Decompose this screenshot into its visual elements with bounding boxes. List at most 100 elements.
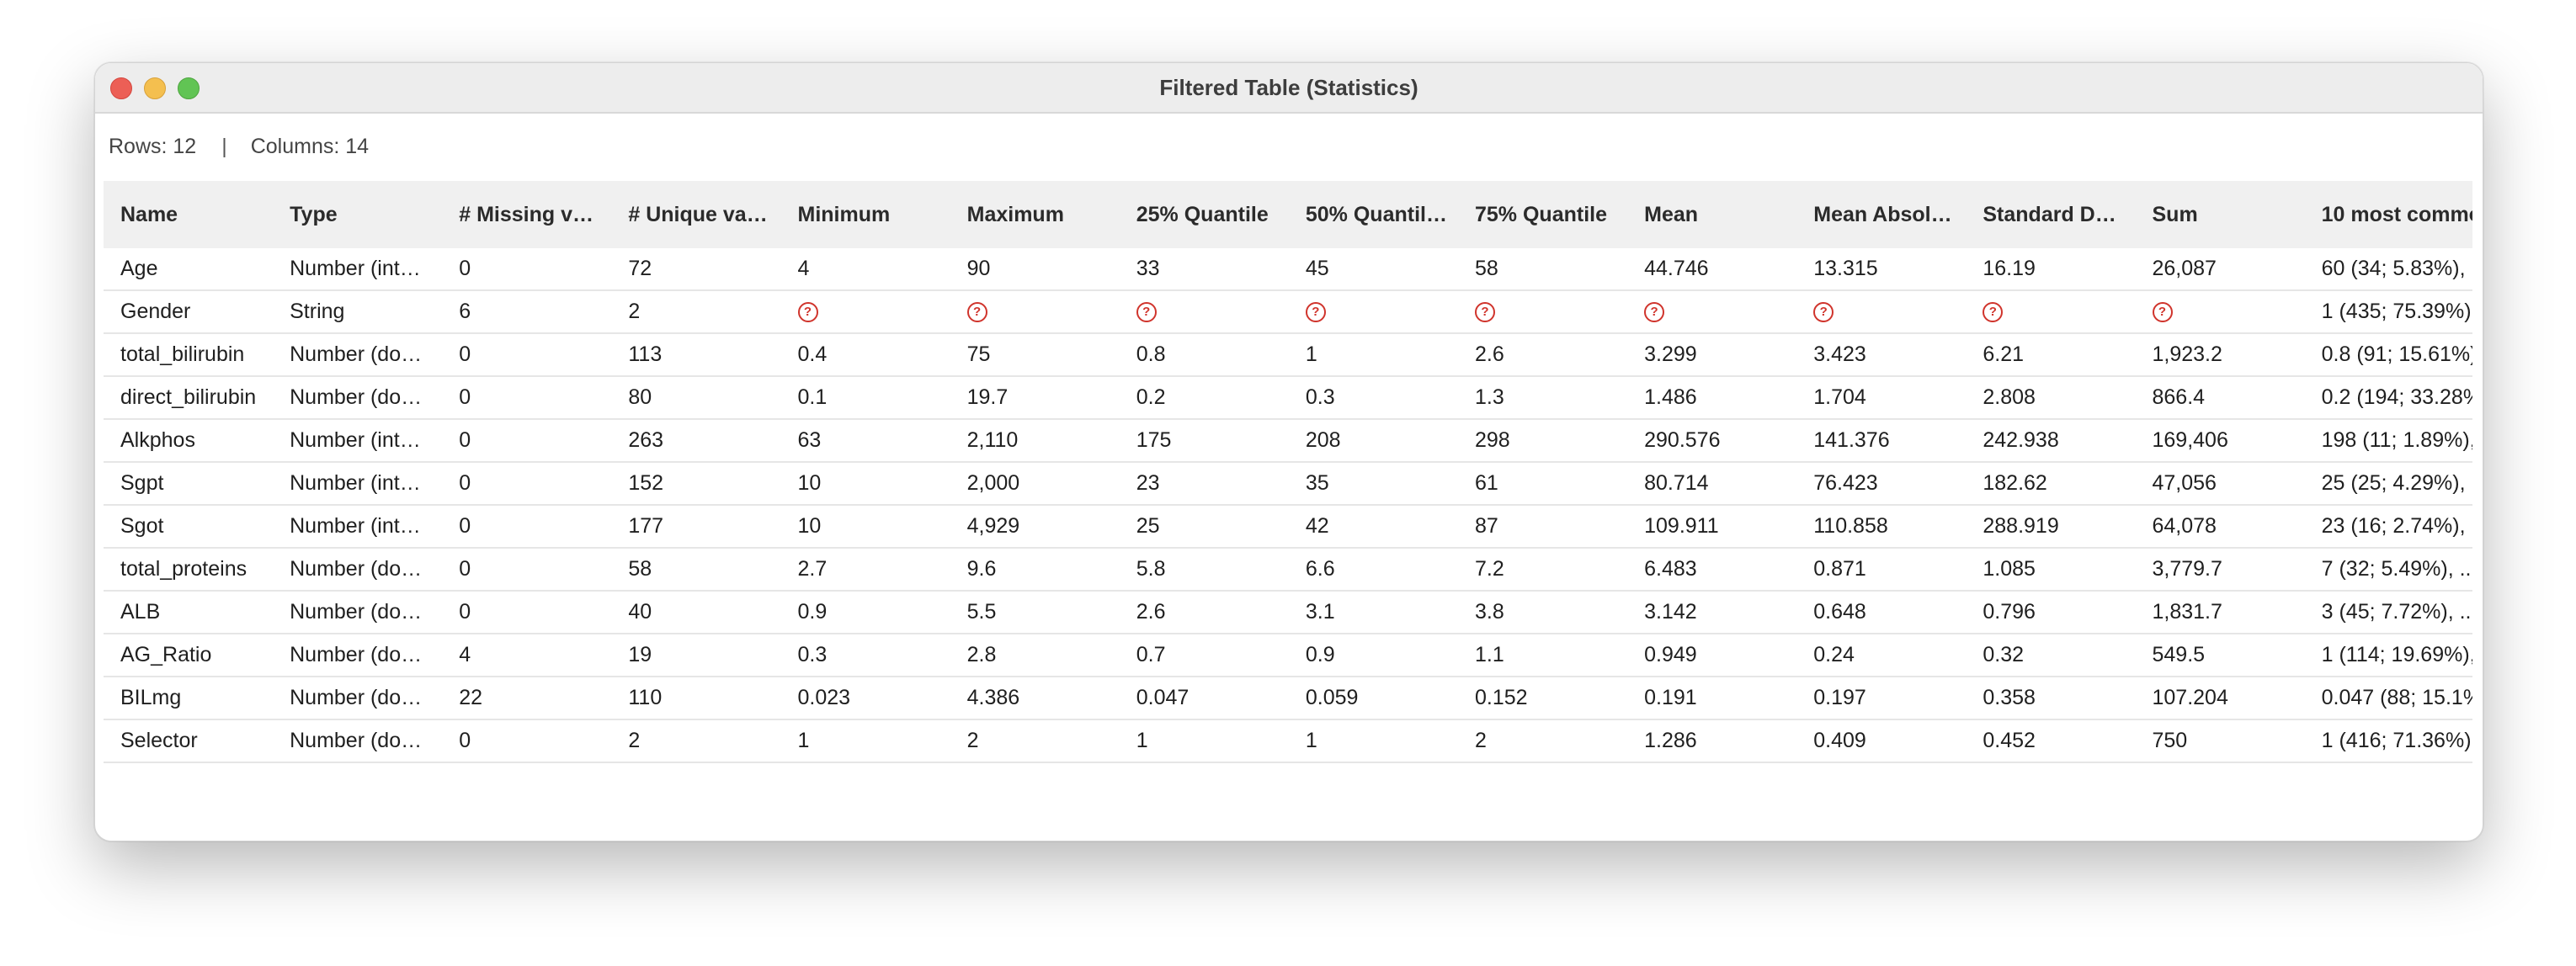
- table-row[interactable]: direct_bilirubin Number (double) 0 80 0.1 19.…: [104, 376, 2472, 420]
- table-cell: Number (double): [273, 376, 443, 420]
- column-header[interactable]: Sum: [2135, 181, 2305, 248]
- table-cell: 9.6: [950, 548, 1120, 592]
- column-header[interactable]: Mean: [1627, 181, 1797, 248]
- column-header[interactable]: # Missing values: [442, 181, 612, 248]
- column-count: Columns: 14: [250, 134, 370, 158]
- table-cell: ALB: [104, 591, 274, 634]
- table-cell: 1 (416; 71.36%), ...: [2304, 719, 2472, 763]
- column-header[interactable]: 50% Quantile (Median): [1288, 181, 1458, 248]
- column-header[interactable]: Minimum: [780, 181, 950, 248]
- table-cell: 4,929: [950, 505, 1120, 549]
- table-row[interactable]: Gender String 6 2????????? 1 (435; 75.39%), …: [104, 290, 2472, 334]
- column-header[interactable]: Mean Absolute Deviation: [1796, 181, 1967, 248]
- table-cell: total_proteins: [104, 548, 274, 592]
- missing-value-icon: ?: [966, 302, 987, 323]
- table-cell: 0.8: [1119, 333, 1289, 377]
- table-cell: 4.386: [950, 677, 1120, 720]
- table-cell: 3.8: [1458, 591, 1628, 634]
- column-header[interactable]: Type: [273, 181, 443, 248]
- table-cell: 45: [1288, 248, 1458, 291]
- table-cell: 2.7: [780, 548, 950, 592]
- column-header[interactable]: Maximum: [950, 181, 1120, 248]
- table-row[interactable]: Alkphos Number (integer) 0 263 63 2,110 175 208…: [104, 419, 2472, 463]
- table-cell: ?: [1627, 290, 1797, 334]
- column-header[interactable]: # Unique values: [611, 181, 781, 248]
- table-cell: 2,110: [950, 419, 1120, 463]
- table-row[interactable]: Age Number (integer) 0 72 4 90 33 45 58 44.746 13.…: [104, 248, 2472, 291]
- table-cell: 2: [950, 719, 1120, 763]
- table-cell: 169,406: [2135, 419, 2305, 463]
- table-cell: 80: [611, 376, 781, 420]
- table-row[interactable]: Sgot Number (integer) 0 177 10 4,929 25 42 87 109…: [104, 505, 2472, 549]
- table-cell: 208: [1288, 419, 1458, 463]
- table-cell: ?: [1796, 290, 1967, 334]
- table-cell: 0.358: [1966, 677, 2136, 720]
- column-header[interactable]: Name: [104, 181, 274, 248]
- column-header[interactable]: 10 most common values: [2304, 181, 2472, 248]
- statistics-table-viewport[interactable]: Name Type # Missing values # Unique values M…: [104, 181, 2472, 763]
- table-cell: 22: [442, 677, 612, 720]
- table-cell: 0.4: [780, 333, 950, 377]
- table-cell: 76.423: [1796, 462, 1967, 506]
- table-cell: 298: [1458, 419, 1628, 463]
- missing-value-icon: ?: [1136, 302, 1157, 323]
- table-cell: 25 (25; 4.29%), ...: [2304, 462, 2472, 506]
- table-cell: 90: [950, 248, 1120, 291]
- table-cell: 113: [611, 333, 781, 377]
- table-cell: 0.9: [780, 591, 950, 634]
- row-count: Rows: 12: [109, 134, 197, 158]
- table-cell: 750: [2135, 719, 2305, 763]
- table-row[interactable]: AG_Ratio Number (double) 4 19 0.3 2.8 0.7 0.9 1.…: [104, 634, 2472, 677]
- table-cell: 25: [1119, 505, 1289, 549]
- table-cell: 107.204: [2135, 677, 2305, 720]
- table-cell: 3.299: [1627, 333, 1797, 377]
- table-row[interactable]: Selector Number (double) 0 2 1 2 1 1 2 1.286 0.409…: [104, 719, 2472, 763]
- table-cell: Sgpt: [104, 462, 274, 506]
- table-cell: 109.911: [1627, 505, 1797, 549]
- table-cell: Number (double): [273, 591, 443, 634]
- table-cell: 6.6: [1288, 548, 1458, 592]
- table-cell: Number (double): [273, 719, 443, 763]
- table-cell: 1.286: [1627, 719, 1797, 763]
- table-cell: 16.19: [1966, 248, 2136, 291]
- missing-value-icon: ?: [1475, 302, 1495, 323]
- table-header-row: Name Type # Missing values # Unique values M…: [104, 181, 2472, 248]
- table-cell: 1: [780, 719, 950, 763]
- table-cell: 1: [1119, 719, 1289, 763]
- table-cell: 2: [1458, 719, 1628, 763]
- table-cell: Alkphos: [104, 419, 274, 463]
- table-cell: 42: [1288, 505, 1458, 549]
- table-cell: 110.858: [1796, 505, 1967, 549]
- table-cell: 1.704: [1796, 376, 1967, 420]
- table-cell: Number (integer): [273, 419, 443, 463]
- table-cell: 0.059: [1288, 677, 1458, 720]
- table-cell: 182.62: [1966, 462, 2136, 506]
- table-cell: Sgot: [104, 505, 274, 549]
- table-row[interactable]: Sgpt Number (integer) 0 152 10 2,000 23 35 61 80.…: [104, 462, 2472, 506]
- table-cell: 3.423: [1796, 333, 1967, 377]
- table-cell: 0.452: [1966, 719, 2136, 763]
- table-cell: 549.5: [2135, 634, 2305, 677]
- table-cell: 1.486: [1627, 376, 1797, 420]
- table-row[interactable]: BILmg Number (double) 22 110 0.023 4.386 0.047…: [104, 677, 2472, 720]
- table-body: Age Number (integer) 0 72 4 90 33 45 58 44.746 13.…: [104, 248, 2472, 763]
- column-header[interactable]: Standard Deviation: [1966, 181, 2136, 248]
- table-cell: 0.047: [1119, 677, 1289, 720]
- table-cell: 263: [611, 419, 781, 463]
- table-cell: Age: [104, 248, 274, 291]
- table-cell: 1,831.7: [2135, 591, 2305, 634]
- column-header[interactable]: 25% Quantile: [1119, 181, 1289, 248]
- table-cell: 0: [442, 548, 612, 592]
- statistics-table: Name Type # Missing values # Unique values M…: [104, 181, 2472, 763]
- table-row[interactable]: total_bilirubin Number (double) 0 113 0.4 75 0…: [104, 333, 2472, 377]
- table-cell: Number (double): [273, 333, 443, 377]
- table-cell: 866.4: [2135, 376, 2305, 420]
- table-cell: AG_Ratio: [104, 634, 274, 677]
- table-row[interactable]: ALB Number (double) 0 40 0.9 5.5 2.6 3.1 3.8 3.14…: [104, 591, 2472, 634]
- title-bar: Filtered Table (Statistics): [95, 63, 2483, 114]
- table-row[interactable]: total_proteins Number (double) 0 58 2.7 9.6 5.…: [104, 548, 2472, 592]
- table-cell: 44.746: [1627, 248, 1797, 291]
- table-cell: 177: [611, 505, 781, 549]
- table-cell: 0.949: [1627, 634, 1797, 677]
- column-header[interactable]: 75% Quantile: [1458, 181, 1628, 248]
